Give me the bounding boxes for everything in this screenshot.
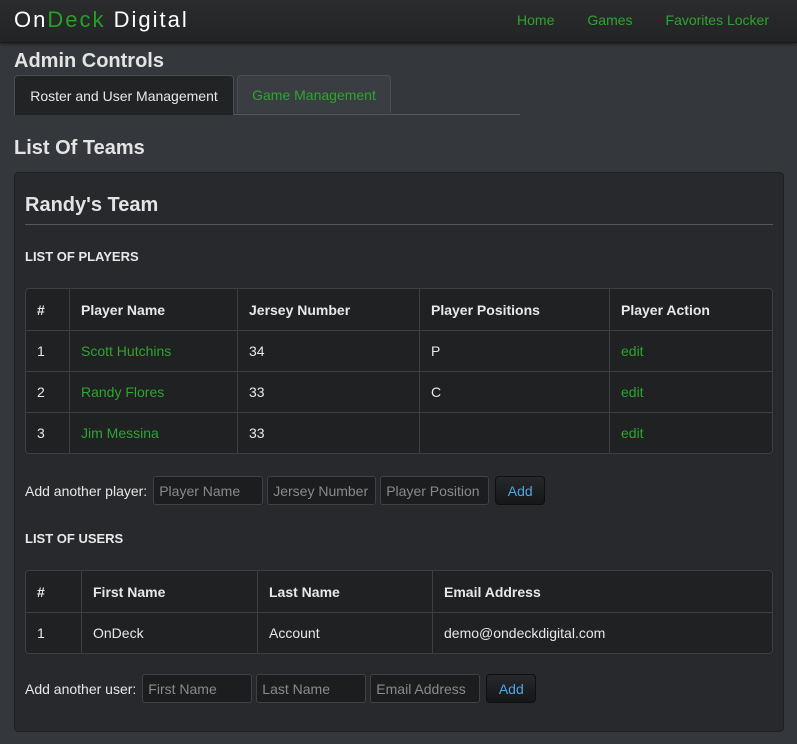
- column-header-player-positions: Player Positions: [419, 289, 609, 330]
- user-email: demo@ondeckdigital.com: [432, 612, 772, 653]
- brand-part-digital: Digital: [113, 7, 189, 32]
- player-edit-link[interactable]: edit: [621, 384, 644, 400]
- player-number: 3: [26, 412, 69, 453]
- player-name-link[interactable]: Jim Messina: [81, 425, 159, 441]
- brand-logo[interactable]: OnDeck Digital: [14, 7, 189, 33]
- player-position-input[interactable]: [380, 476, 490, 505]
- top-navbar: OnDeck Digital Home Games Favorites Lock…: [0, 0, 797, 43]
- player-positions: C: [419, 371, 609, 412]
- add-user-label: Add another user:: [25, 680, 137, 697]
- player-name-link[interactable]: Randy Flores: [81, 384, 164, 400]
- player-action-cell: edit: [609, 371, 772, 412]
- user-last-name: Account: [257, 612, 432, 653]
- column-header-first-name: First Name: [81, 571, 257, 612]
- jersey-number-input[interactable]: [267, 476, 377, 505]
- add-user-button[interactable]: Add: [486, 674, 537, 703]
- player-action-cell: edit: [609, 330, 772, 371]
- nav-games-link[interactable]: Games: [587, 12, 632, 28]
- add-player-label: Add another player:: [25, 482, 148, 499]
- player-positions: P: [419, 330, 609, 371]
- player-jersey: 33: [237, 371, 419, 412]
- team-panel: Randy's Team LIST OF PLAYERS # Player Na…: [14, 172, 784, 732]
- player-jersey: 33: [237, 412, 419, 453]
- email-address-input[interactable]: [370, 674, 481, 703]
- players-table: # Player Name Jersey Number Player Posit…: [25, 288, 773, 454]
- user-number: 1: [26, 612, 81, 653]
- admin-tabs: Roster and User Management Game Manageme…: [14, 75, 520, 115]
- team-divider: [25, 224, 773, 225]
- player-name-cell: Jim Messina: [69, 412, 237, 453]
- player-name-cell: Randy Flores: [69, 371, 237, 412]
- player-edit-link[interactable]: edit: [621, 425, 644, 441]
- column-header-jersey-number: Jersey Number: [237, 289, 419, 330]
- add-user-form: Add another user: Add: [25, 674, 537, 703]
- first-name-input[interactable]: [142, 674, 253, 703]
- brand-part-on: On: [14, 7, 48, 32]
- table-row: 2 Randy Flores 33 C edit: [26, 371, 772, 412]
- player-name-input[interactable]: [153, 476, 264, 505]
- last-name-input[interactable]: [256, 674, 367, 703]
- table-row: 1 Scott Hutchins 34 P edit: [26, 330, 772, 371]
- nav-home-link[interactable]: Home: [517, 12, 554, 28]
- player-number: 2: [26, 371, 69, 412]
- add-player-button[interactable]: Add: [495, 476, 546, 505]
- tab-roster-user-management[interactable]: Roster and User Management: [14, 75, 234, 115]
- player-name-cell: Scott Hutchins: [69, 330, 237, 371]
- list-of-teams-title: List Of Teams: [14, 137, 145, 159]
- table-header-row: # First Name Last Name Email Address: [26, 571, 772, 612]
- user-first-name: OnDeck: [81, 612, 257, 653]
- add-player-form: Add another player: Add: [25, 476, 546, 505]
- player-positions: [419, 412, 609, 453]
- main-nav: Home Games Favorites Locker: [517, 12, 769, 28]
- tab-game-management[interactable]: Game Management: [237, 75, 391, 113]
- table-header-row: # Player Name Jersey Number Player Posit…: [26, 289, 772, 330]
- admin-controls-title: Admin Controls: [14, 50, 164, 72]
- player-name-link[interactable]: Scott Hutchins: [81, 343, 171, 359]
- users-table: # First Name Last Name Email Address 1 O…: [25, 570, 773, 654]
- team-name: Randy's Team: [25, 194, 159, 216]
- table-row: 3 Jim Messina 33 edit: [26, 412, 772, 453]
- users-section-label: LIST OF USERS: [25, 531, 124, 546]
- column-header-email-address: Email Address: [432, 571, 772, 612]
- column-header-player-name: Player Name: [69, 289, 237, 330]
- column-header-last-name: Last Name: [257, 571, 432, 612]
- nav-favorites-locker-link[interactable]: Favorites Locker: [666, 12, 769, 28]
- column-header-number: #: [37, 301, 45, 318]
- players-section-label: LIST OF PLAYERS: [25, 249, 139, 264]
- table-row: 1 OnDeck Account demo@ondeckdigital.com: [26, 612, 772, 653]
- player-number: 1: [26, 330, 69, 371]
- column-header-player-action: Player Action: [609, 289, 772, 330]
- player-action-cell: edit: [609, 412, 772, 453]
- player-edit-link[interactable]: edit: [621, 343, 644, 359]
- column-header-number: #: [37, 583, 45, 600]
- brand-part-deck: Deck: [47, 7, 106, 32]
- player-jersey: 34: [237, 330, 419, 371]
